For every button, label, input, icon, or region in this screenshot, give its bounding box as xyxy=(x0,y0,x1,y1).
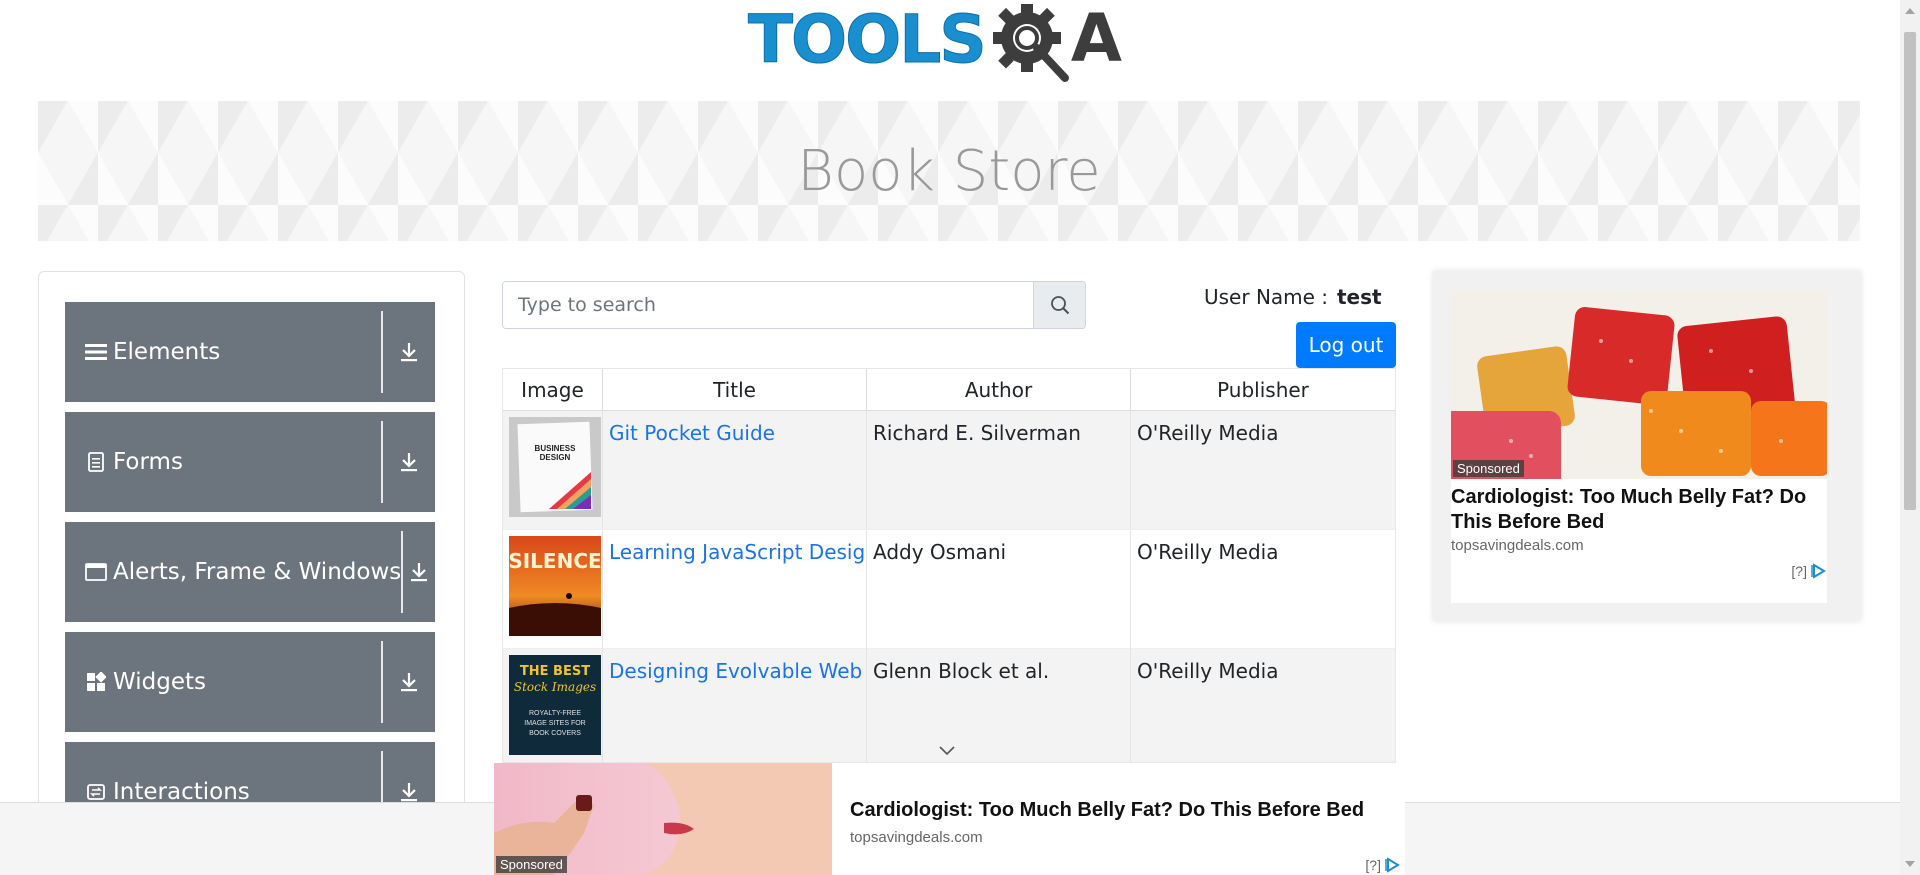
book-author-cell: Richard E. Silverman xyxy=(867,411,1131,529)
download-arrow-icon[interactable] xyxy=(403,522,436,622)
svg-text:IMAGE SITES FOR: IMAGE SITES FOR xyxy=(524,720,585,727)
document-icon xyxy=(85,451,107,473)
page-title: Book Store xyxy=(797,138,1101,204)
table-header: Image Title Author Publisher xyxy=(503,369,1395,411)
book-publisher-cell: O'Reilly Media xyxy=(1137,659,1279,683)
book-publisher-cell: O'Reilly Media xyxy=(1137,540,1279,564)
user-name-value: test xyxy=(1337,285,1382,309)
gear-magnifier-icon xyxy=(992,4,1069,82)
search-button[interactable] xyxy=(1033,282,1085,328)
download-arrow-icon[interactable] xyxy=(383,302,435,402)
left-nav-panel: Elements Forms Alerts, Frame & Windows W… xyxy=(38,271,465,875)
nav-group-widgets[interactable]: Widgets xyxy=(65,632,435,732)
svg-text:SILENCE: SILENCE xyxy=(509,549,601,573)
ad-image[interactable]: Sponsored xyxy=(494,763,832,875)
book-title-link[interactable]: Designing Evolvable Web APIs with ASP.NE… xyxy=(609,659,866,683)
search-box xyxy=(502,281,1086,329)
ad-title[interactable]: Cardiologist: Too Much Belly Fat? Do Thi… xyxy=(1451,485,1827,535)
books-table: Image Title Author Publisher BUSINESS DE… xyxy=(502,368,1396,763)
logo-text: TOOLS xyxy=(748,1,988,78)
gummy-candies-image xyxy=(1451,291,1827,479)
book-title-link[interactable]: Git Pocket Guide xyxy=(609,421,775,445)
logo-suffix: A xyxy=(1070,0,1122,77)
ad-source[interactable]: topsavingdeals.com xyxy=(850,829,1364,846)
silence-cover: SILENCE xyxy=(508,536,602,636)
svg-text:BUSINESS: BUSINESS xyxy=(535,444,577,453)
ad-source[interactable]: topsavingdeals.com xyxy=(1451,537,1827,554)
svg-text:ROYALTY-FREE: ROYALTY-FREE xyxy=(529,710,581,717)
svg-text:BOOK COVERS: BOOK COVERS xyxy=(529,730,581,737)
ad-info-link[interactable]: [?] xyxy=(1365,857,1381,873)
book-cover-cell: THE BEST Stock Images ROYALTY-FREE IMAGE… xyxy=(503,649,603,762)
svg-text:Stock Images: Stock Images xyxy=(514,680,596,694)
user-name-label: User Name : xyxy=(1204,285,1329,309)
table-row: SILENCE Learning JavaScript Design Patte… xyxy=(503,530,1395,649)
column-header-publisher[interactable]: Publisher xyxy=(1131,369,1395,410)
vertical-scrollbar[interactable] xyxy=(1900,0,1920,875)
ad-info-link[interactable]: [?] xyxy=(1791,563,1807,579)
bottom-ad[interactable]: Sponsored Cardiologist: Too Much Belly F… xyxy=(494,763,1405,875)
adchoices-icon[interactable] xyxy=(1385,857,1401,873)
sponsored-label: Sponsored xyxy=(496,856,567,873)
best-stock-images-cover: THE BEST Stock Images ROYALTY-FREE IMAGE… xyxy=(509,655,601,755)
search-input[interactable] xyxy=(503,282,1033,328)
nav-group-alerts-frame-windows[interactable]: Alerts, Frame & Windows xyxy=(65,522,435,622)
download-arrow-icon[interactable] xyxy=(383,412,435,512)
nav-group-forms[interactable]: Forms xyxy=(65,412,435,512)
download-arrow-icon[interactable] xyxy=(383,632,435,732)
nav-group-label: Forms xyxy=(113,449,183,475)
book-author-cell: Addy Osmani xyxy=(867,530,1131,648)
scroll-up-arrow-icon[interactable] xyxy=(1905,8,1915,14)
logout-button[interactable]: Log out xyxy=(1296,322,1396,368)
nav-group-label: Widgets xyxy=(113,669,206,695)
business-design-cover: BUSINESS DESIGN xyxy=(509,417,601,517)
ad-image[interactable]: Sponsored xyxy=(1451,291,1827,479)
window-icon xyxy=(85,561,107,583)
column-header-author[interactable]: Author xyxy=(867,369,1131,410)
scroll-down-arrow-icon[interactable] xyxy=(1905,861,1915,867)
column-header-image[interactable]: Image xyxy=(503,369,603,410)
chevron-down-icon[interactable] xyxy=(938,744,956,756)
book-publisher-cell: O'Reilly Media xyxy=(1137,421,1279,445)
book-cover-cell: BUSINESS DESIGN xyxy=(503,411,603,529)
adchoices-icon[interactable] xyxy=(1811,563,1827,579)
search-icon xyxy=(1050,296,1069,315)
page-banner: Book Store xyxy=(38,101,1860,241)
hamburger-icon xyxy=(85,341,107,363)
book-title-cell: Git Pocket Guide xyxy=(603,411,867,529)
column-header-title[interactable]: Title xyxy=(603,369,867,410)
book-cover-cell: SILENCE xyxy=(503,530,603,648)
widgets-icon xyxy=(85,671,107,693)
sidebar-ad[interactable]: Sponsored Cardiologist: Too Much Belly F… xyxy=(1433,271,1861,621)
ad-title[interactable]: Cardiologist: Too Much Belly Fat? Do Thi… xyxy=(850,798,1364,823)
book-author-cell: Glenn Block et al. xyxy=(867,649,1131,762)
svg-text:THE BEST: THE BEST xyxy=(520,664,590,679)
interactions-icon xyxy=(85,781,107,803)
book-title-cell: Designing Evolvable Web APIs with ASP.NE… xyxy=(603,649,867,762)
ad-card[interactable]: Sponsored Cardiologist: Too Much Belly F… xyxy=(1451,291,1827,603)
table-row: BUSINESS DESIGN Git Pocket Guide Richard… xyxy=(503,411,1395,530)
svg-text:DESIGN: DESIGN xyxy=(540,453,571,462)
nav-group-label: Elements xyxy=(113,339,221,365)
book-title-link[interactable]: Learning JavaScript Design Patterns xyxy=(609,540,866,564)
nav-group-elements[interactable]: Elements xyxy=(65,302,435,402)
toolsqa-logo[interactable]: TOOLS A xyxy=(748,0,1154,90)
scrollbar-thumb[interactable] xyxy=(1904,32,1916,510)
nav-group-label: Alerts, Frame & Windows xyxy=(113,559,402,585)
book-title-cell: Learning JavaScript Design Patterns xyxy=(603,530,867,648)
sponsored-label: Sponsored xyxy=(1453,460,1524,477)
